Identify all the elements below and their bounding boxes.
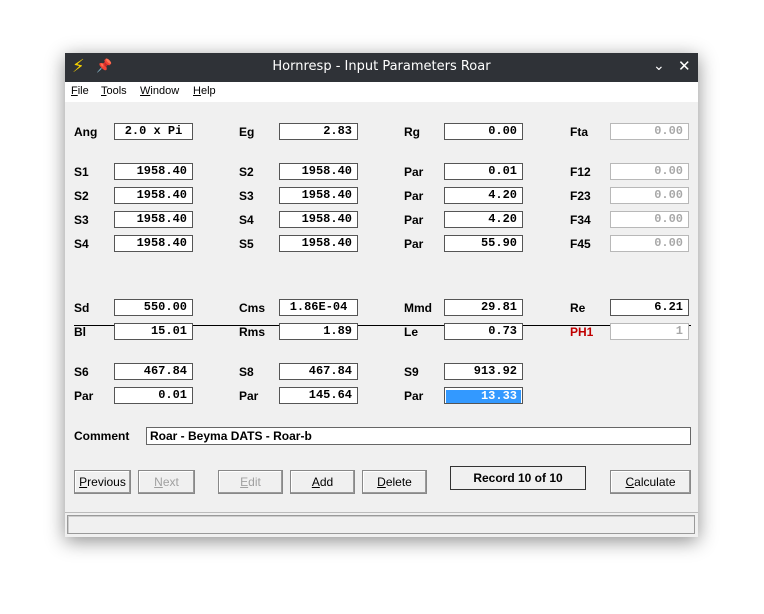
par-label: Par	[74, 389, 94, 403]
f45-label: F45	[570, 237, 591, 251]
menu-window[interactable]: Window	[140, 85, 179, 97]
s4-label: S4	[74, 237, 89, 251]
sd-field[interactable]: 550.00	[114, 299, 193, 316]
status-separator	[65, 512, 698, 513]
ang-field[interactable]: 2.0 x Pi	[114, 123, 193, 140]
s2-label: S2	[74, 189, 89, 203]
sd-label: Sd	[74, 301, 90, 315]
menu-bar: File Tools Window Help	[65, 82, 698, 102]
hornresp-window: ⚡ 📌 Hornresp - Input Parameters Roar ⌄ ✕…	[65, 53, 698, 537]
par-field-selected[interactable]: 13.33	[444, 387, 523, 404]
par-field[interactable]: 4.20	[444, 211, 523, 228]
par-field[interactable]: 55.90	[444, 235, 523, 252]
rg-field[interactable]: 0.00	[444, 123, 523, 140]
par-label: Par	[404, 165, 424, 179]
s3-label: S3	[239, 189, 254, 203]
comment-field[interactable]: Roar - Beyma DATS - Roar-b	[146, 427, 691, 445]
s8-label: S8	[239, 365, 254, 379]
window-title: Hornresp - Input Parameters Roar	[272, 59, 491, 74]
par-field[interactable]: 4.20	[444, 187, 523, 204]
par-field[interactable]: 0.01	[114, 387, 193, 404]
cms-field[interactable]: 1.86E-04	[279, 299, 358, 316]
selected-text: 13.33	[446, 390, 521, 403]
rg-label: Rg	[404, 125, 420, 139]
s4-field[interactable]: 1958.40	[279, 211, 358, 228]
parameter-form: Ang 2.0 x Pi Eg 2.83 Rg 0.00 Fta 0.00 S1…	[65, 102, 698, 537]
re-field[interactable]: 6.21	[610, 299, 689, 316]
f45-field: 0.00	[610, 235, 689, 252]
s9-field[interactable]: 913.92	[444, 363, 523, 380]
le-field[interactable]: 0.73	[444, 323, 523, 340]
s5-field[interactable]: 1958.40	[279, 235, 358, 252]
s4-field[interactable]: 1958.40	[114, 235, 193, 252]
le-label: Le	[404, 325, 419, 339]
s5-label: S5	[239, 237, 254, 251]
s2-label: S2	[239, 165, 254, 179]
menu-tools[interactable]: Tools	[101, 85, 127, 97]
previous-button[interactable]: Previous	[74, 470, 131, 494]
rms-field[interactable]: 1.89	[279, 323, 358, 340]
bl-label: Bl	[74, 325, 86, 339]
s3-field[interactable]: 1958.40	[114, 211, 193, 228]
mmd-field[interactable]: 29.81	[444, 299, 523, 316]
s6-field[interactable]: 467.84	[114, 363, 193, 380]
s2-field[interactable]: 1958.40	[279, 163, 358, 180]
par-label: Par	[404, 237, 424, 251]
par-field[interactable]: 145.64	[279, 387, 358, 404]
rms-label: Rms	[239, 325, 266, 339]
mmd-label: Mmd	[404, 301, 432, 315]
s4-label: S4	[239, 213, 254, 227]
calculate-button[interactable]: Calculate	[610, 470, 691, 494]
f34-field: 0.00	[610, 211, 689, 228]
chevron-down-icon[interactable]: ⌄	[653, 58, 665, 74]
title-bar[interactable]: ⚡ 📌 Hornresp - Input Parameters Roar ⌄ ✕	[65, 53, 698, 82]
eg-label: Eg	[239, 125, 255, 139]
ang-label: Ang	[74, 125, 98, 139]
s8-field[interactable]: 467.84	[279, 363, 358, 380]
s3-field[interactable]: 1958.40	[279, 187, 358, 204]
f12-label: F12	[570, 165, 591, 179]
bl-field[interactable]: 15.01	[114, 323, 193, 340]
par-label: Par	[404, 213, 424, 227]
close-icon[interactable]: ✕	[678, 57, 691, 75]
menu-help[interactable]: Help	[193, 85, 216, 97]
s2-field[interactable]: 1958.40	[114, 187, 193, 204]
eg-field[interactable]: 2.83	[279, 123, 358, 140]
par-label: Par	[404, 389, 424, 403]
f12-field: 0.00	[610, 163, 689, 180]
ph1-label: PH1	[570, 325, 594, 339]
s9-label: S9	[404, 365, 419, 379]
status-bar	[67, 515, 695, 534]
s1-label: S1	[74, 165, 89, 179]
delete-button[interactable]: Delete	[362, 470, 427, 494]
par-field[interactable]: 0.01	[444, 163, 523, 180]
s3-label: S3	[74, 213, 89, 227]
add-button[interactable]: Add	[290, 470, 355, 494]
cms-label: Cms	[239, 301, 266, 315]
s1-field[interactable]: 1958.40	[114, 163, 193, 180]
ph1-field: 1	[610, 323, 689, 340]
record-counter: Record 10 of 10	[450, 466, 586, 490]
par-label: Par	[239, 389, 259, 403]
re-label: Re	[570, 301, 586, 315]
f23-label: F23	[570, 189, 591, 203]
par-label: Par	[404, 189, 424, 203]
s6-label: S6	[74, 365, 89, 379]
f23-field: 0.00	[610, 187, 689, 204]
next-button: Next	[138, 470, 195, 494]
fta-label: Fta	[570, 125, 588, 139]
menu-file[interactable]: File	[71, 85, 89, 97]
comment-label: Comment	[74, 429, 130, 443]
edit-button: Edit	[218, 470, 283, 494]
f34-label: F34	[570, 213, 591, 227]
fta-field: 0.00	[610, 123, 689, 140]
